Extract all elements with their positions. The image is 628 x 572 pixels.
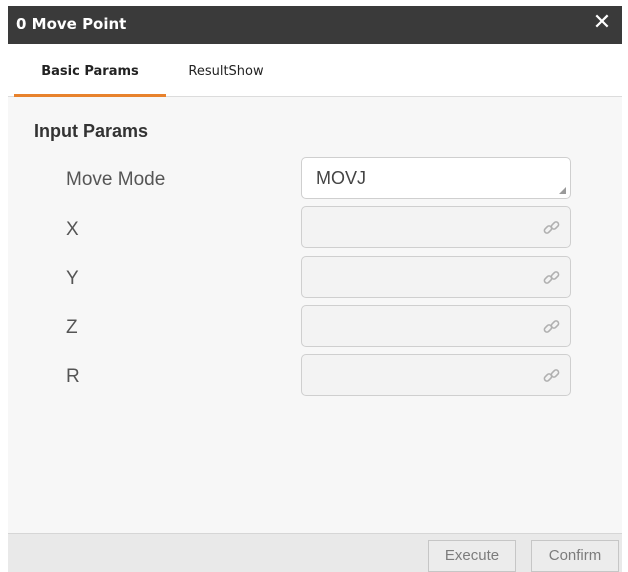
x-field[interactable] xyxy=(301,206,571,248)
dropdown-corner-icon xyxy=(559,187,566,194)
section-title: Input Params xyxy=(34,121,149,141)
link-icon[interactable] xyxy=(542,366,562,386)
tab-result-show[interactable]: ResultShow xyxy=(174,44,278,96)
tab-basic-params[interactable]: Basic Params xyxy=(14,44,166,97)
move-mode-select[interactable]: MOVJ xyxy=(301,157,571,199)
dialog-footer: Execute Confirm xyxy=(8,533,622,572)
params-panel: Input Params Move Mode MOVJ X Y Z R xyxy=(8,97,622,533)
z-field[interactable] xyxy=(301,305,571,347)
confirm-button[interactable]: Confirm xyxy=(531,540,619,572)
link-icon[interactable] xyxy=(542,218,562,238)
close-icon[interactable]: ✕ xyxy=(590,11,614,35)
tab-bar: Basic Params ResultShow xyxy=(8,44,622,97)
z-label: Z xyxy=(66,317,78,338)
move-point-dialog: 0 Move Point ✕ Basic Params ResultShow I… xyxy=(0,0,628,572)
r-label: R xyxy=(66,366,80,387)
link-icon[interactable] xyxy=(542,317,562,337)
title-bar: 0 Move Point ✕ xyxy=(8,6,622,44)
y-label: Y xyxy=(66,268,79,289)
x-label: X xyxy=(66,219,79,240)
r-field[interactable] xyxy=(301,354,571,396)
execute-button[interactable]: Execute xyxy=(428,540,516,572)
link-icon[interactable] xyxy=(542,268,562,288)
dialog-title: 0 Move Point xyxy=(16,15,127,33)
move-mode-label: Move Mode xyxy=(66,169,166,190)
move-mode-value: MOVJ xyxy=(316,168,367,188)
y-field[interactable] xyxy=(301,256,571,298)
